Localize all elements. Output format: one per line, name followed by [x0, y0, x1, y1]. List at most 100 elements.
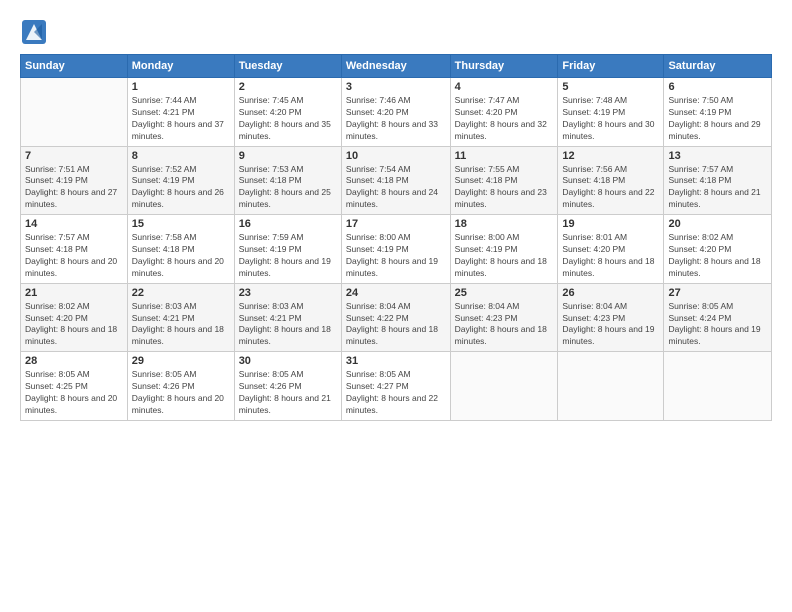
- calendar-cell: 8 Sunrise: 7:52 AMSunset: 4:19 PMDaylight…: [127, 146, 234, 215]
- calendar-cell: [21, 78, 128, 147]
- day-number: 29: [132, 355, 230, 367]
- day-info: Sunrise: 8:02 AMSunset: 4:20 PMDaylight:…: [668, 232, 760, 278]
- day-number: 2: [239, 81, 337, 93]
- day-info: Sunrise: 7:59 AMSunset: 4:19 PMDaylight:…: [239, 232, 331, 278]
- day-info: Sunrise: 8:00 AMSunset: 4:19 PMDaylight:…: [346, 232, 438, 278]
- calendar-week-row: 7Sunrise: 7:51 AMSunset: 4:19 PMDaylight…: [21, 146, 772, 215]
- calendar-cell: 30 Sunrise: 8:05 AMSunset: 4:26 PMDayligh…: [234, 352, 341, 421]
- calendar-cell: 22Sunrise: 8:03 AMSunset: 4:21 PMDayligh…: [127, 283, 234, 352]
- day-info: Sunrise: 7:54 AMSunset: 4:18 PMDaylight:…: [346, 164, 438, 210]
- day-number: 1: [132, 81, 230, 93]
- calendar-cell: 21Sunrise: 8:02 AMSunset: 4:20 PMDayligh…: [21, 283, 128, 352]
- day-number: 28: [25, 355, 123, 367]
- weekday-header: Sunday: [21, 55, 128, 78]
- calendar-cell: 1 Sunrise: 7:44 AMSunset: 4:21 PMDaylight…: [127, 78, 234, 147]
- day-number: 14: [25, 218, 123, 230]
- calendar-cell: [664, 352, 772, 421]
- page-header: [20, 18, 772, 46]
- weekday-header: Monday: [127, 55, 234, 78]
- calendar-week-row: 21Sunrise: 8:02 AMSunset: 4:20 PMDayligh…: [21, 283, 772, 352]
- day-info: Sunrise: 8:00 AMSunset: 4:19 PMDaylight:…: [455, 232, 547, 278]
- day-number: 24: [346, 287, 446, 299]
- day-info: Sunrise: 8:01 AMSunset: 4:20 PMDaylight:…: [562, 232, 654, 278]
- day-info: Sunrise: 8:05 AMSunset: 4:26 PMDaylight:…: [239, 369, 331, 415]
- day-number: 10: [346, 150, 446, 162]
- day-info: Sunrise: 8:05 AMSunset: 4:25 PMDaylight:…: [25, 369, 117, 415]
- weekday-header: Saturday: [664, 55, 772, 78]
- day-info: Sunrise: 7:55 AMSunset: 4:18 PMDaylight:…: [455, 164, 547, 210]
- calendar-cell: 29 Sunrise: 8:05 AMSunset: 4:26 PMDayligh…: [127, 352, 234, 421]
- calendar-cell: 28 Sunrise: 8:05 AMSunset: 4:25 PMDayligh…: [21, 352, 128, 421]
- day-number: 6: [668, 81, 767, 93]
- calendar-cell: 2 Sunrise: 7:45 AMSunset: 4:20 PMDaylight…: [234, 78, 341, 147]
- day-info: Sunrise: 8:05 AMSunset: 4:24 PMDaylight:…: [668, 301, 760, 347]
- calendar-week-row: 1 Sunrise: 7:44 AMSunset: 4:21 PMDaylight…: [21, 78, 772, 147]
- calendar-cell: 17 Sunrise: 8:00 AMSunset: 4:19 PMDayligh…: [341, 215, 450, 284]
- day-info: Sunrise: 7:44 AMSunset: 4:21 PMDaylight:…: [132, 95, 224, 141]
- day-number: 8: [132, 150, 230, 162]
- day-number: 17: [346, 218, 446, 230]
- calendar-cell: [450, 352, 558, 421]
- calendar-cell: 27 Sunrise: 8:05 AMSunset: 4:24 PMDayligh…: [664, 283, 772, 352]
- day-number: 4: [455, 81, 554, 93]
- day-info: Sunrise: 8:04 AMSunset: 4:23 PMDaylight:…: [562, 301, 654, 347]
- calendar-week-row: 14 Sunrise: 7:57 AMSunset: 4:18 PMDayligh…: [21, 215, 772, 284]
- weekday-header: Tuesday: [234, 55, 341, 78]
- calendar-cell: 11 Sunrise: 7:55 AMSunset: 4:18 PMDayligh…: [450, 146, 558, 215]
- day-info: Sunrise: 7:53 AMSunset: 4:18 PMDaylight:…: [239, 164, 331, 210]
- day-number: 25: [455, 287, 554, 299]
- logo-icon: [20, 18, 48, 46]
- weekday-header-row: SundayMondayTuesdayWednesdayThursdayFrid…: [21, 55, 772, 78]
- day-info: Sunrise: 8:04 AMSunset: 4:23 PMDaylight:…: [455, 301, 547, 347]
- calendar-cell: 6 Sunrise: 7:50 AMSunset: 4:19 PMDaylight…: [664, 78, 772, 147]
- day-info: Sunrise: 7:52 AMSunset: 4:19 PMDaylight:…: [132, 164, 224, 210]
- calendar-cell: 18 Sunrise: 8:00 AMSunset: 4:19 PMDayligh…: [450, 215, 558, 284]
- calendar-cell: 26Sunrise: 8:04 AMSunset: 4:23 PMDayligh…: [558, 283, 664, 352]
- logo: [20, 18, 52, 46]
- day-number: 9: [239, 150, 337, 162]
- day-number: 13: [668, 150, 767, 162]
- day-number: 11: [455, 150, 554, 162]
- day-number: 12: [562, 150, 659, 162]
- calendar-cell: 24 Sunrise: 8:04 AMSunset: 4:22 PMDayligh…: [341, 283, 450, 352]
- calendar-cell: 13 Sunrise: 7:57 AMSunset: 4:18 PMDayligh…: [664, 146, 772, 215]
- calendar-cell: [558, 352, 664, 421]
- day-info: Sunrise: 7:47 AMSunset: 4:20 PMDaylight:…: [455, 95, 547, 141]
- calendar-cell: 7Sunrise: 7:51 AMSunset: 4:19 PMDaylight…: [21, 146, 128, 215]
- day-info: Sunrise: 8:04 AMSunset: 4:22 PMDaylight:…: [346, 301, 438, 347]
- calendar-cell: 9 Sunrise: 7:53 AMSunset: 4:18 PMDaylight…: [234, 146, 341, 215]
- day-number: 7: [25, 150, 123, 162]
- day-info: Sunrise: 7:48 AMSunset: 4:19 PMDaylight:…: [562, 95, 654, 141]
- calendar-cell: 3 Sunrise: 7:46 AMSunset: 4:20 PMDaylight…: [341, 78, 450, 147]
- day-number: 5: [562, 81, 659, 93]
- day-number: 21: [25, 287, 123, 299]
- weekday-header: Wednesday: [341, 55, 450, 78]
- day-info: Sunrise: 7:50 AMSunset: 4:19 PMDaylight:…: [668, 95, 760, 141]
- day-info: Sunrise: 8:03 AMSunset: 4:21 PMDaylight:…: [239, 301, 331, 347]
- day-number: 30: [239, 355, 337, 367]
- day-info: Sunrise: 8:05 AMSunset: 4:27 PMDaylight:…: [346, 369, 438, 415]
- calendar-cell: 31 Sunrise: 8:05 AMSunset: 4:27 PMDayligh…: [341, 352, 450, 421]
- calendar-cell: 12Sunrise: 7:56 AMSunset: 4:18 PMDayligh…: [558, 146, 664, 215]
- day-number: 27: [668, 287, 767, 299]
- day-info: Sunrise: 7:57 AMSunset: 4:18 PMDaylight:…: [25, 232, 117, 278]
- day-number: 23: [239, 287, 337, 299]
- day-info: Sunrise: 7:45 AMSunset: 4:20 PMDaylight:…: [239, 95, 331, 141]
- day-number: 3: [346, 81, 446, 93]
- day-number: 19: [562, 218, 659, 230]
- calendar-cell: 14 Sunrise: 7:57 AMSunset: 4:18 PMDayligh…: [21, 215, 128, 284]
- calendar-cell: 25 Sunrise: 8:04 AMSunset: 4:23 PMDayligh…: [450, 283, 558, 352]
- calendar-table: SundayMondayTuesdayWednesdayThursdayFrid…: [20, 54, 772, 421]
- weekday-header: Friday: [558, 55, 664, 78]
- day-number: 20: [668, 218, 767, 230]
- day-info: Sunrise: 8:05 AMSunset: 4:26 PMDaylight:…: [132, 369, 224, 415]
- calendar-cell: 20 Sunrise: 8:02 AMSunset: 4:20 PMDayligh…: [664, 215, 772, 284]
- day-number: 15: [132, 218, 230, 230]
- day-info: Sunrise: 7:57 AMSunset: 4:18 PMDaylight:…: [668, 164, 760, 210]
- day-number: 31: [346, 355, 446, 367]
- calendar-week-row: 28 Sunrise: 8:05 AMSunset: 4:25 PMDayligh…: [21, 352, 772, 421]
- calendar-cell: 15Sunrise: 7:58 AMSunset: 4:18 PMDayligh…: [127, 215, 234, 284]
- day-info: Sunrise: 7:46 AMSunset: 4:20 PMDaylight:…: [346, 95, 438, 141]
- calendar-cell: 23 Sunrise: 8:03 AMSunset: 4:21 PMDayligh…: [234, 283, 341, 352]
- day-number: 18: [455, 218, 554, 230]
